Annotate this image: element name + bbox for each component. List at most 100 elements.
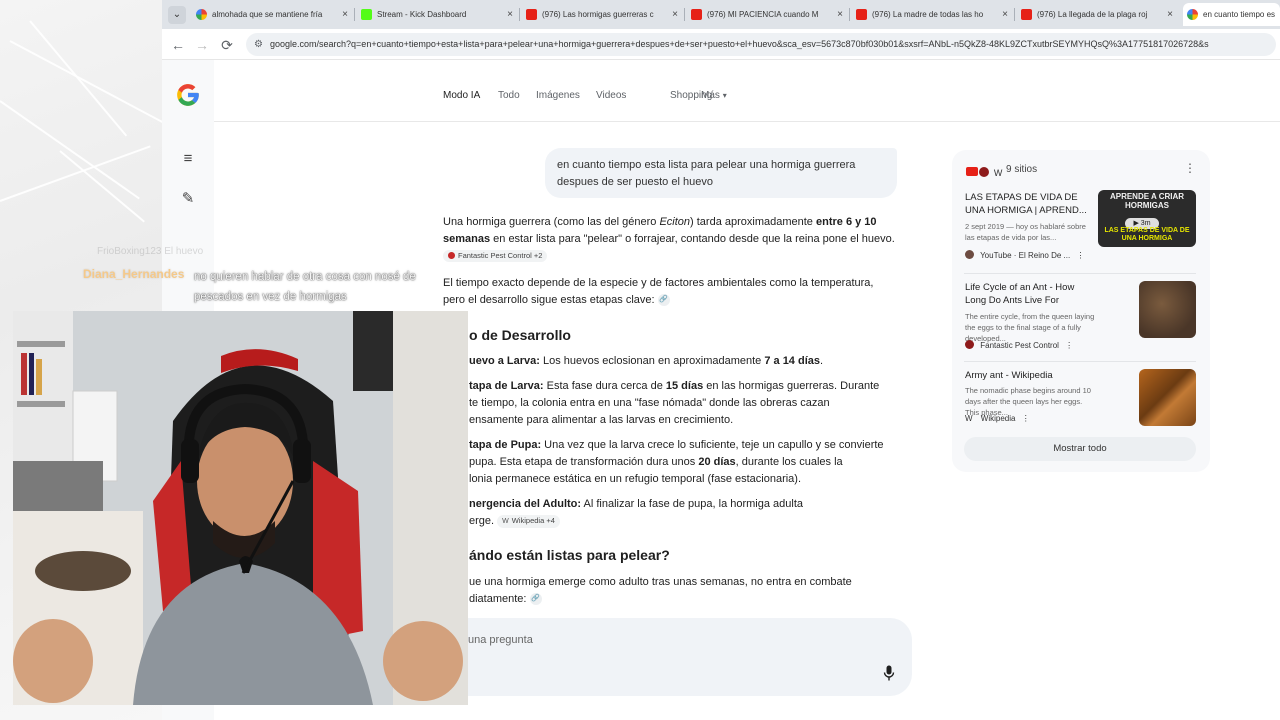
chevron-down-icon: ▾ <box>722 91 727 100</box>
google-logo-icon[interactable] <box>175 82 201 108</box>
tab-close-icon[interactable]: × <box>837 3 843 26</box>
divider <box>964 361 1196 362</box>
tab-5[interactable]: (976) La llegada de la plaga roj × <box>1017 3 1177 26</box>
tab-1[interactable]: Stream - Kick Dashboard × <box>357 3 517 26</box>
answer-text: Una hormiga guerrera (como las del géner… <box>443 216 660 228</box>
wikipedia-icon: W <box>502 517 509 525</box>
tab-close-icon[interactable]: × <box>507 3 513 26</box>
link-icon[interactable]: 🔗 <box>657 294 670 307</box>
stage-bold: 7 a 14 días <box>764 355 820 367</box>
tab-modo-ia[interactable]: Modo IA <box>443 90 480 101</box>
youtube-icon <box>1021 9 1032 20</box>
source-chip-label: Wikipedia +4 <box>511 515 555 525</box>
thumbnail-caption: LAS ETAPAS DE VIDA DE UNA HORMIGA <box>1104 227 1190 242</box>
stage-egg-larva: uevo a Larva: Los huevos eclosionan en a… <box>469 353 899 370</box>
tab-3[interactable]: (976) MI PACIENCIA cuando M × <box>687 3 847 26</box>
tab-separator <box>1014 8 1015 21</box>
answer-genus: Eciton <box>659 216 691 228</box>
tab-close-icon[interactable]: × <box>1002 3 1008 26</box>
tab-4[interactable]: (976) La madre de todas las ho × <box>852 3 1012 26</box>
stage-text: Esta fase dura cerca de <box>543 380 666 392</box>
tab-search-dropdown-button[interactable]: ⌄ <box>168 6 186 24</box>
webcam-overlay <box>13 311 468 705</box>
back-arrow-icon[interactable]: ← <box>168 35 188 55</box>
url-field[interactable]: ⚙ google.com/search?q=en+cuanto+tiempo+e… <box>246 33 1276 56</box>
tab-title: (976) La madre de todas las ho <box>872 10 984 19</box>
history-list-icon[interactable]: ≡ <box>179 150 197 168</box>
stage-label: tapa de Larva: <box>469 380 544 392</box>
more-options-icon[interactable]: ⋮ <box>1022 414 1030 423</box>
answer-last-paragraph: ue una hormiga emerge como adulto tras u… <box>469 574 899 608</box>
source-title[interactable]: Army ant - Wikipedia <box>965 369 1097 382</box>
source-title[interactable]: Life Cycle of an Ant - How Long Do Ants … <box>965 281 1097 307</box>
stage-label: nergencia del Adulto: <box>469 498 582 510</box>
stage-bold: 15 días <box>665 380 704 392</box>
answer-paragraph-2: El tiempo exacto depende de la especie y… <box>443 275 898 309</box>
source-chip-label: Fantastic Pest Control +2 <box>458 251 543 261</box>
more-options-icon[interactable]: ⋮ <box>1076 251 1084 260</box>
stage-bold: 20 días <box>698 456 736 468</box>
tab-title: (976) Las hormigas guerreras c <box>542 10 654 19</box>
source-site: YouTube · El Reino De ... ⋮ <box>965 250 1084 260</box>
stage-text: en las hormigas guerreras. Durante <box>703 380 880 392</box>
ask-input-box[interactable] <box>440 618 912 696</box>
source-site-label: YouTube · El Reino De ... <box>980 251 1071 260</box>
stage-larva: tapa de Larva: Esta fase dura cerca de 1… <box>469 378 899 429</box>
stage-text: Una vez que la larva crece lo suficiente… <box>541 439 884 451</box>
army-ant-thumbnail[interactable] <box>1139 369 1196 426</box>
microphone-icon[interactable] <box>883 665 895 681</box>
video-thumbnail[interactable]: APRENDE A CRIAR HORMIGAS ▶ 3m LAS ETAPAS… <box>1098 190 1196 247</box>
answer-text: ) tarda aproximadamente <box>690 216 816 228</box>
wikipedia-icon: W <box>993 168 1003 178</box>
tab-separator <box>849 8 850 21</box>
chat-message: no quieren hablar de otra cosa con nosé … <box>194 271 416 303</box>
answer-intro: Una hormiga guerrera (como las del géner… <box>443 214 898 265</box>
tab-separator <box>684 8 685 21</box>
sources-count[interactable]: 9 sitios <box>1006 164 1037 175</box>
show-all-button[interactable]: Mostrar todo <box>964 437 1196 461</box>
tab-todo[interactable]: Todo <box>498 90 520 101</box>
tab-6-active[interactable]: en cuanto tiempo es <box>1183 3 1280 26</box>
forward-arrow-icon[interactable]: → <box>192 35 212 55</box>
reload-icon[interactable]: ⟳ <box>217 35 237 55</box>
google-icon <box>1187 9 1198 20</box>
site-info-icon[interactable]: ⚙ <box>254 33 263 56</box>
source-chip[interactable]: W Wikipedia +4 <box>497 514 560 528</box>
youtube-icon <box>856 9 867 20</box>
fantastic-pest-control-icon <box>979 167 990 177</box>
source-title[interactable]: LAS ETAPAS DE VIDA DE UNA HORMIGA | APRE… <box>965 191 1097 217</box>
chat-username: Diana_Hernandes <box>83 267 185 281</box>
wikipedia-icon: W <box>965 414 973 423</box>
ant-colony-thumbnail[interactable] <box>1139 281 1196 338</box>
stage-text: erge. <box>469 515 495 527</box>
tab-2[interactable]: (976) Las hormigas guerreras c × <box>522 3 682 26</box>
fantastic-pest-control-icon <box>965 340 974 349</box>
more-options-icon[interactable]: ⋮ <box>1184 161 1196 175</box>
tab-videos[interactable]: Videos <box>596 90 626 101</box>
new-chat-edit-icon[interactable]: ✎ <box>179 190 197 208</box>
channel-avatar-icon <box>965 250 974 259</box>
stage-text: Al finalizar la fase de pupa, la hormiga… <box>581 498 804 510</box>
tab-close-icon[interactable]: × <box>672 3 678 26</box>
youtube-icon <box>526 9 537 20</box>
stage-label: uevo a Larva: <box>469 355 540 367</box>
tab-title: (976) La llegada de la plaga roj <box>1037 10 1148 19</box>
source-site-label: Fantastic Pest Control <box>980 341 1059 350</box>
more-options-icon[interactable]: ⋮ <box>1065 341 1073 350</box>
tab-0[interactable]: almohada que se mantiene fría × <box>192 3 352 26</box>
tab-title: en cuanto tiempo es <box>1203 10 1276 19</box>
tab-mas[interactable]: Más ▾ <box>701 90 727 101</box>
tab-close-icon[interactable]: × <box>1167 3 1173 26</box>
tab-close-icon[interactable]: × <box>342 3 348 26</box>
youtube-icon <box>691 9 702 20</box>
link-icon[interactable]: 🔗 <box>529 593 542 606</box>
sources-favicons: W <box>966 163 1003 178</box>
source-chip[interactable]: Fantastic Pest Control +2 <box>443 250 548 263</box>
stage-adult: nergencia del Adulto: Al finalizar la fa… <box>469 496 899 530</box>
stage-text: , durante los cuales la <box>735 456 843 468</box>
tab-imagenes[interactable]: Imágenes <box>536 90 580 101</box>
tab-title: (976) MI PACIENCIA cuando M <box>707 10 819 19</box>
source-site: W Wikipedia ⋮ <box>965 414 1030 423</box>
tab-mas-label: Más <box>701 90 720 101</box>
user-query-bubble: en cuanto tiempo esta lista para pelear … <box>545 148 897 198</box>
